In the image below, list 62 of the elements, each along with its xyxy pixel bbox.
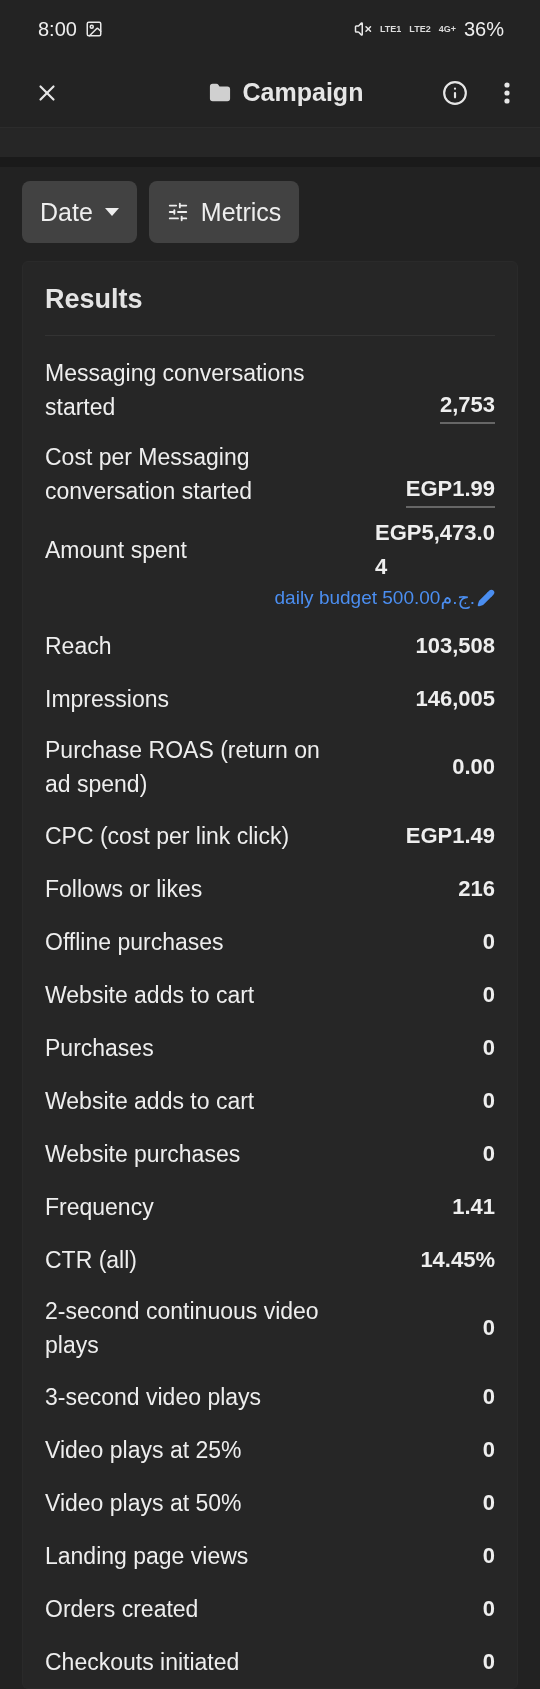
status-time: 8:00 <box>38 17 77 41</box>
metric-label: Purchases <box>45 1033 154 1063</box>
metric-value: 216 <box>458 874 495 903</box>
metric-label: Offline purchases <box>45 927 224 957</box>
metric-value: 0 <box>482 1314 495 1342</box>
battery-percent: 36% <box>463 17 504 41</box>
metric-label: Cost per Messaging conversation started <box>45 443 254 506</box>
metric-value: 0 <box>482 1647 495 1676</box>
mute-icon <box>354 20 372 39</box>
metric-value: 0 <box>482 1033 495 1062</box>
metric-value: 0 <box>482 1594 495 1623</box>
metric-label: CTR (all) <box>45 1245 137 1275</box>
metric-value: 0 <box>482 1488 495 1517</box>
info-icon <box>442 79 468 106</box>
metric-label: Purchase ROAS (return on ad spend) <box>45 736 321 799</box>
metric-value: 0 <box>482 1086 495 1115</box>
pencil-icon <box>477 588 495 607</box>
metric-value: 14.45% <box>420 1245 495 1274</box>
page-title: Campaign <box>242 78 364 108</box>
metric-value: EGP1.99 <box>405 472 495 508</box>
metric-value: 0.00 <box>452 753 495 781</box>
metric-value: 1.41 <box>452 1192 495 1221</box>
metric-value: 103,508 <box>415 631 495 660</box>
metric-label: Follows or likes <box>45 874 203 904</box>
network-label: LTE1 <box>380 24 402 35</box>
metric-value: 0 <box>482 1541 495 1570</box>
metric-label: Orders created <box>45 1594 199 1624</box>
metric-label: 3-second video plays <box>45 1382 262 1412</box>
metric-value: 0 <box>482 1382 495 1411</box>
results-title: Results <box>45 284 495 336</box>
metric-label: CPC (cost per link click) <box>45 821 290 851</box>
daily-budget-link[interactable]: daily budget 500.00ج.م. <box>274 586 495 609</box>
metric-value: EGP5,473.04 <box>375 519 495 581</box>
sliders-icon <box>166 201 189 223</box>
metric-label: Video plays at 25% <box>45 1435 242 1465</box>
metric-label: Landing page views <box>45 1541 249 1571</box>
metric-value: 0 <box>482 927 495 956</box>
caret-icon <box>104 208 119 216</box>
metric-value: 2,753 <box>439 388 495 424</box>
folder-icon <box>208 81 231 104</box>
metric-label: Website adds to cart <box>45 980 255 1010</box>
metric-label: Website adds to cart <box>45 1086 255 1116</box>
metric-label: Checkouts initiated <box>45 1647 240 1677</box>
metric-label: Impressions <box>45 684 169 714</box>
date-filter-button[interactable]: Date <box>22 181 137 243</box>
metric-value: 0 <box>482 1435 495 1464</box>
metric-label: Frequency <box>45 1192 154 1222</box>
menu-icon <box>504 81 510 104</box>
metric-label: Website purchases <box>45 1139 241 1169</box>
metric-label: Video plays at 50% <box>45 1488 242 1518</box>
metric-label: 2-second continuous video plays <box>45 1297 320 1360</box>
metric-value: 0 <box>482 980 495 1009</box>
metric-value: EGP1.49 <box>405 821 495 850</box>
metric-label: Amount spent <box>45 536 187 565</box>
metric-label: Reach <box>45 631 112 661</box>
metric-label: Messaging conversations started <box>45 359 306 422</box>
network-label: 4G+ <box>438 24 456 35</box>
metric-value: 146,005 <box>415 684 495 713</box>
metric-value: 0 <box>482 1139 495 1168</box>
image-icon <box>84 20 103 39</box>
metrics-button[interactable]: Metrics <box>148 181 300 243</box>
network-label: LTE2 <box>409 24 431 35</box>
